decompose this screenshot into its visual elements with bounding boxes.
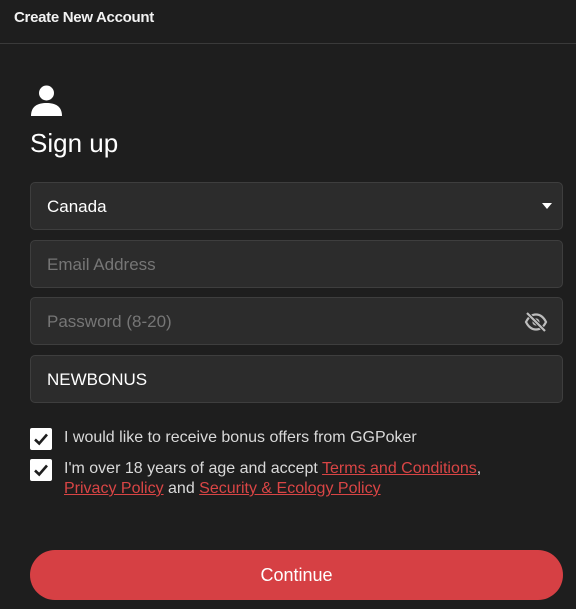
password-placeholder: Password (8-20): [47, 312, 172, 331]
page-title: Sign up: [30, 128, 119, 158]
country-value: Canada: [47, 197, 107, 216]
title-bar: Create New Account: [0, 0, 576, 44]
security-ecology-policy-link[interactable]: Security & Ecology Policy: [199, 480, 380, 497]
user-icon: [31, 85, 62, 116]
bonus-offers-label: I would like to receive bonus offers fro…: [64, 429, 417, 446]
bonus-offers-checkbox[interactable]: [30, 428, 52, 450]
checkmark-icon: [34, 433, 48, 446]
promo-code-field[interactable]: NEWBONUS: [30, 355, 563, 403]
promo-code-value: NEWBONUS: [47, 370, 148, 389]
terms-prefix-text: I'm over 18 years of age and accept: [64, 460, 323, 477]
and-text: and: [163, 480, 200, 497]
checkmark-icon: [34, 464, 48, 477]
password-field[interactable]: Password (8-20): [30, 297, 563, 345]
eye-slash-icon[interactable]: [524, 311, 548, 333]
terms-checkbox[interactable]: [30, 459, 52, 481]
country-select[interactable]: Canada: [30, 182, 563, 230]
terms-label: I'm over 18 years of age and accept Term…: [64, 459, 554, 499]
terms-comma: ,: [476, 460, 482, 477]
caret-down-icon: [542, 203, 552, 209]
window-title: Create New Account: [14, 9, 154, 26]
email-placeholder: Email Address: [47, 255, 156, 274]
terms-and-conditions-link[interactable]: Terms and Conditions: [322, 460, 477, 477]
continue-button[interactable]: Continue: [30, 550, 563, 600]
privacy-policy-link[interactable]: Privacy Policy: [64, 480, 164, 497]
email-field[interactable]: Email Address: [30, 240, 563, 288]
